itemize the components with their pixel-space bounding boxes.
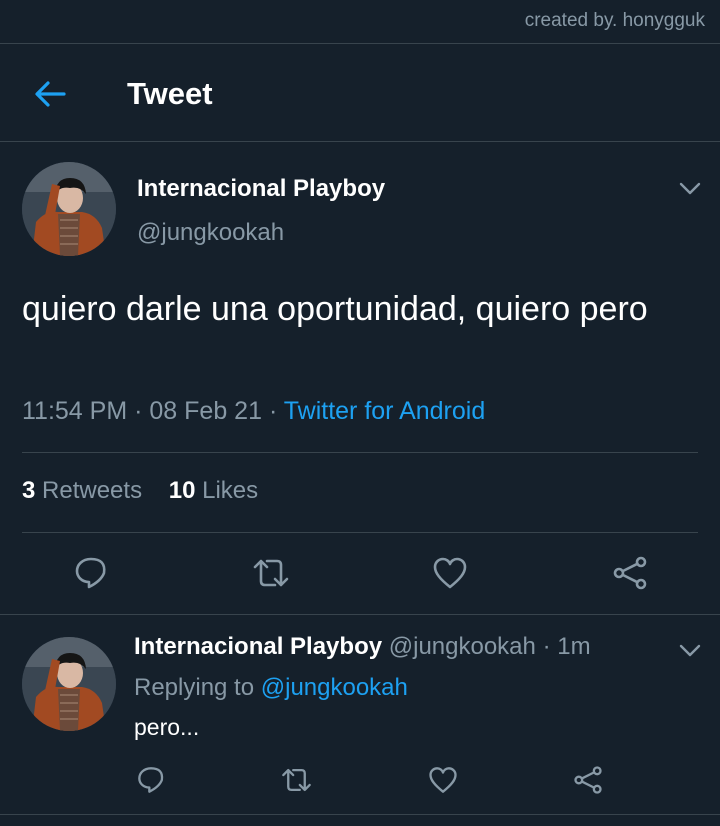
- share-button[interactable]: [573, 765, 603, 795]
- replying-to-link[interactable]: @jungkookah: [261, 674, 408, 701]
- tweet-meta: 11:54 PM · 08 Feb 21 · Twitter for Andro…: [22, 397, 485, 426]
- heart-icon: [429, 767, 457, 793]
- reply-age: 1m: [557, 633, 591, 660]
- retweet-icon: [253, 559, 289, 587]
- retweets-stat[interactable]: 3 Retweets: [22, 477, 142, 504]
- reply-text: pero...: [134, 714, 200, 740]
- likes-label: Likes: [202, 477, 259, 504]
- retweet-icon: [282, 768, 311, 792]
- author-name[interactable]: Internacional Playboy: [137, 175, 385, 203]
- meta-separator: ·: [134, 397, 143, 425]
- bottom-divider: [0, 814, 720, 815]
- share-button[interactable]: [612, 555, 648, 591]
- avatar[interactable]: [22, 637, 116, 731]
- tweet-date: 08 Feb 21: [149, 397, 262, 425]
- reply-button[interactable]: [136, 765, 166, 795]
- reply-author-name[interactable]: Internacional Playboy: [134, 633, 382, 660]
- back-arrow-icon: [35, 81, 66, 107]
- replying-to: Replying to @jungkookah: [134, 674, 408, 702]
- back-button[interactable]: [30, 76, 70, 112]
- author-handle[interactable]: @jungkookah: [137, 219, 284, 247]
- reply-button[interactable]: [73, 555, 109, 591]
- like-button[interactable]: [432, 555, 468, 591]
- reply-author-handle[interactable]: @jungkookah: [389, 633, 536, 660]
- header-divider: [0, 141, 720, 142]
- reply-more-button[interactable]: [679, 644, 701, 658]
- like-button[interactable]: [428, 765, 458, 795]
- reply-icon: [75, 557, 106, 589]
- reply-icon: [138, 767, 164, 793]
- heart-icon: [433, 557, 467, 589]
- likes-count: 10: [168, 477, 196, 504]
- tweet-divider: [0, 614, 720, 615]
- retweet-button[interactable]: [251, 555, 291, 591]
- reply-dot: ·: [542, 633, 551, 660]
- tweet-time: 11:54 PM: [22, 397, 128, 425]
- likes-stat[interactable]: 10 Likes: [169, 477, 258, 504]
- credit-text: created by. honygguk: [524, 10, 705, 31]
- chevron-down-icon: [679, 644, 701, 657]
- tweet-source-link[interactable]: Twitter for Android: [284, 397, 485, 425]
- replying-prefix: Replying to: [134, 674, 255, 701]
- retweet-button[interactable]: [280, 765, 313, 795]
- tweet-text: quiero darle una oportunidad, quiero per…: [22, 290, 648, 328]
- retweets-count: 3: [22, 477, 36, 504]
- reply-header: Internacional Playboy @jungkookah · 1m: [134, 633, 591, 661]
- chevron-down-icon: [679, 182, 701, 195]
- meta-separator: ·: [268, 397, 278, 425]
- retweets-label: Retweets: [42, 477, 143, 504]
- meta-divider: [22, 452, 698, 453]
- stats-divider: [22, 532, 698, 533]
- tweet-stats: 3 Retweets 10 Likes: [22, 477, 258, 505]
- top-divider: [0, 43, 720, 44]
- share-icon: [613, 556, 647, 590]
- avatar[interactable]: [22, 162, 116, 256]
- share-icon: [574, 766, 602, 794]
- page-title: Tweet: [127, 76, 213, 111]
- tweet-more-button[interactable]: [679, 182, 701, 196]
